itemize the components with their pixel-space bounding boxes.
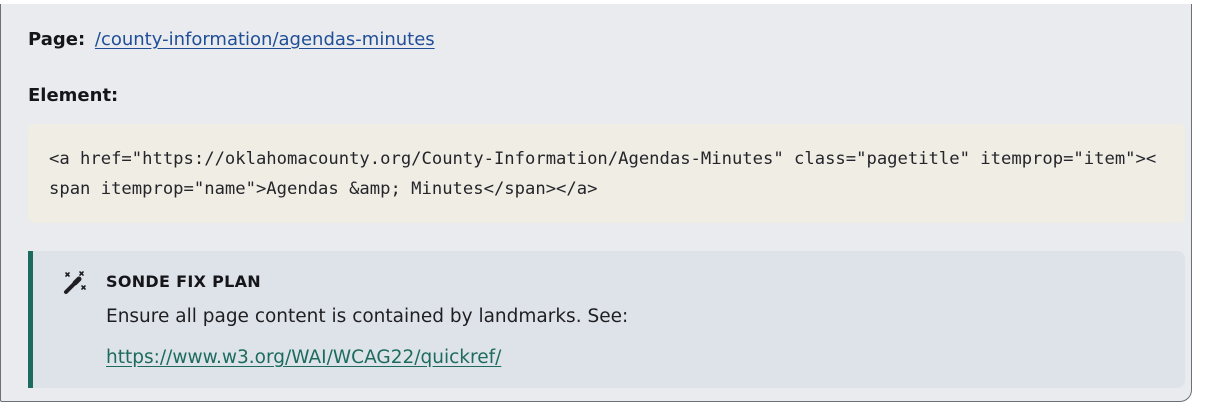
fix-plan-reference-link[interactable]: https://www.w3.org/WAI/WCAG22/quickref/ [106,343,501,373]
element-code-snippet: <a href="https://oklahomacounty.org/Coun… [49,149,1157,199]
page-path-link[interactable]: /county-information/agendas-minutes [95,29,435,50]
element-code-block: <a href="https://oklahomacounty.org/Coun… [28,124,1185,223]
fix-plan-panel: SONDE FIX PLAN Ensure all page content i… [28,251,1185,388]
element-label: Element: [28,85,119,106]
issue-card: Page: /county-information/agendas-minute… [0,4,1192,402]
fix-plan-title: SONDE FIX PLAN [106,272,261,291]
element-row: Element: [28,82,118,110]
fix-plan-text: Ensure all page content is contained by … [106,306,629,327]
page-row: Page: /county-information/agendas-minute… [28,26,435,54]
magic-wand-icon [60,270,88,298]
page-label: Page: [28,29,86,50]
